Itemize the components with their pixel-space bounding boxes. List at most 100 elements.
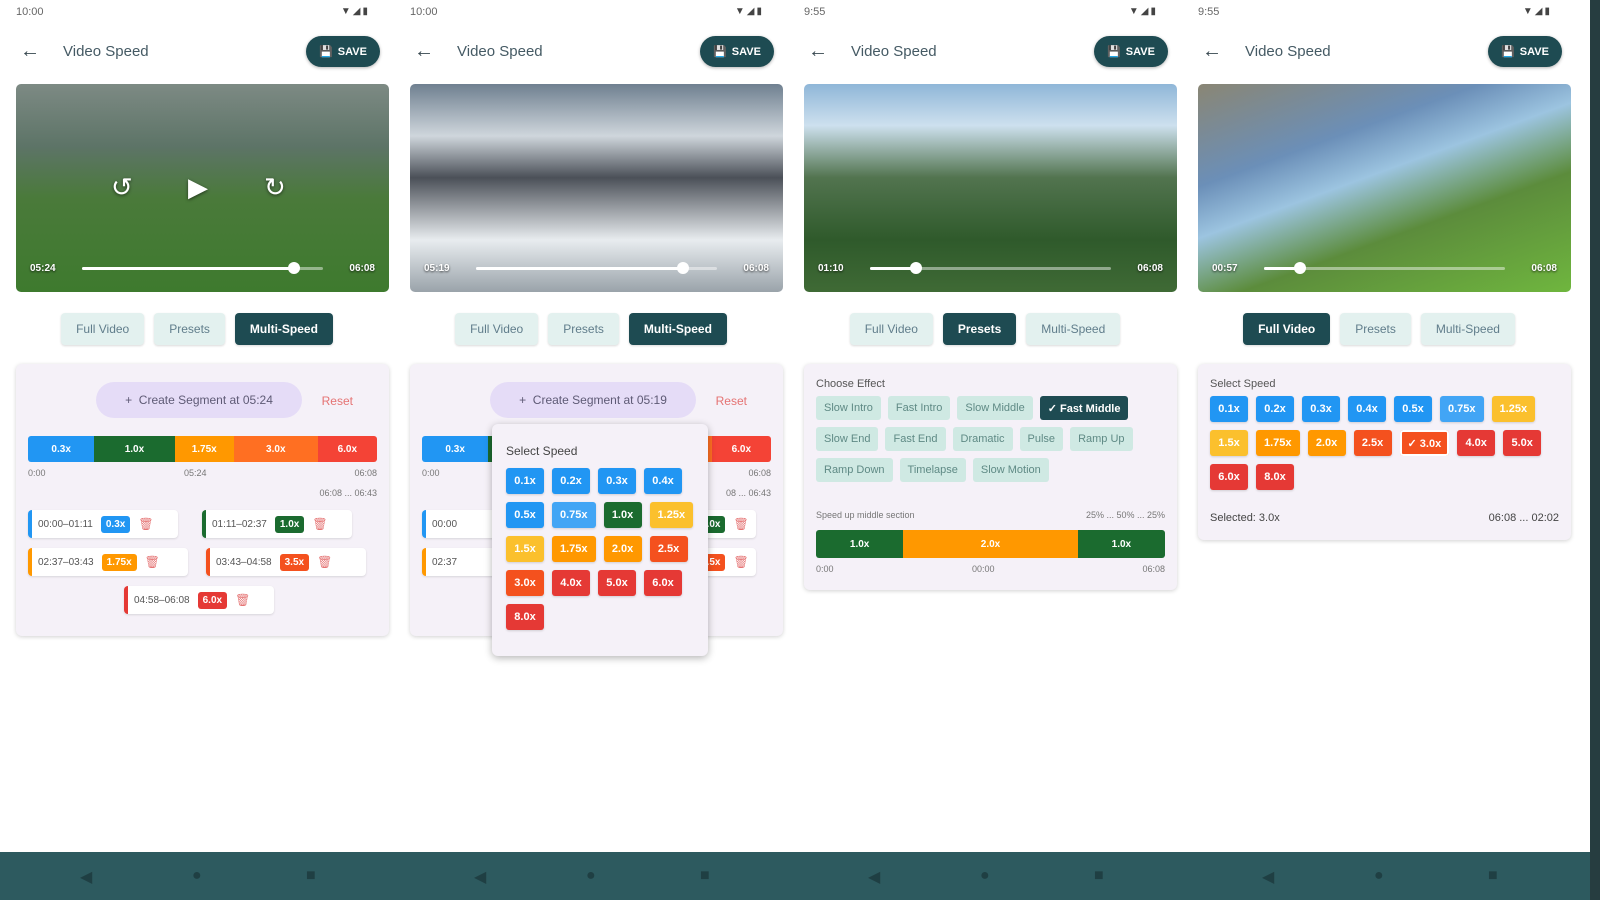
delete-icon[interactable]: 🗑 — [235, 593, 250, 607]
speed-chip[interactable]: 5.0x — [598, 570, 636, 596]
segment-row[interactable]: 04:58–06:08 6.0x 🗑 — [124, 586, 274, 614]
timeline-segment[interactable]: 1.0x — [1077, 530, 1165, 558]
speed-chip[interactable]: 3.0x — [506, 570, 544, 596]
speed-chip[interactable]: 0.3x — [598, 468, 636, 494]
effect-chip[interactable]: Fast End — [885, 427, 946, 451]
rewind-icon[interactable]: ↺ — [111, 172, 133, 203]
delete-icon[interactable]: 🗑 — [733, 517, 748, 531]
tab-multi-speed[interactable]: Multi-Speed — [234, 313, 333, 345]
seek-thumb[interactable] — [909, 262, 922, 274]
speed-chip[interactable]: 2.5x — [649, 536, 688, 562]
home-nav-icon[interactable]: ● — [586, 867, 596, 885]
speed-chip[interactable]: 2.0x — [1307, 430, 1346, 456]
speed-chip[interactable]: 4.0x — [552, 570, 590, 596]
recents-nav-icon[interactable]: ■ — [306, 867, 316, 885]
tab-multi-speed[interactable]: Multi-Speed — [628, 313, 727, 345]
speed-chip[interactable]: 8.0x — [1256, 464, 1294, 490]
speed-chip[interactable]: 1.75x — [552, 536, 596, 562]
speed-chip[interactable]: 5.0x — [1503, 430, 1542, 456]
segment-row[interactable]: 00:00–01:11 0.3x 🗑 — [28, 510, 178, 538]
speed-chip[interactable]: 0.2x — [552, 468, 590, 494]
reset-link[interactable]: Reset — [716, 394, 747, 408]
tab-presets[interactable]: Presets — [942, 313, 1017, 345]
effect-chip[interactable]: Slow End — [816, 427, 879, 451]
speed-chip[interactable]: 1.5x — [1210, 430, 1248, 456]
delete-icon[interactable]: 🗑 — [317, 555, 332, 569]
timeline-segment[interactable]: 1.75x — [174, 436, 234, 462]
back-arrow-icon[interactable]: ← — [414, 40, 434, 63]
back-arrow-icon[interactable]: ← — [808, 40, 828, 63]
seek-bar[interactable] — [82, 262, 323, 274]
home-nav-icon[interactable]: ● — [192, 867, 202, 885]
play-icon[interactable]: ▶ — [188, 172, 208, 203]
effect-chip[interactable]: Pulse — [1019, 427, 1064, 451]
reset-link[interactable]: Reset — [322, 394, 353, 408]
recents-nav-icon[interactable]: ■ — [1488, 867, 1498, 885]
effect-chip[interactable]: Ramp Up — [1070, 427, 1133, 451]
effect-chip[interactable]: Fast Intro — [887, 396, 951, 420]
save-button[interactable]: 💾 SAVE — [700, 36, 774, 67]
timeline-segment[interactable]: 1.0x — [94, 436, 175, 462]
effect-chip[interactable]: Slow Middle — [957, 396, 1033, 420]
speed-chip[interactable]: 6.0x — [644, 570, 682, 596]
back-nav-icon[interactable]: ◀ — [80, 867, 92, 887]
recents-nav-icon[interactable]: ■ — [700, 867, 710, 885]
timeline-segment[interactable]: 6.0x — [317, 436, 377, 462]
speed-chip[interactable]: 0.75x — [1440, 396, 1484, 422]
speed-chip[interactable]: 0.4x — [1348, 396, 1386, 422]
speed-chip[interactable]: 2.0x — [603, 536, 642, 562]
delete-icon[interactable]: 🗑 — [138, 517, 153, 531]
timeline-segment[interactable]: 2.0x — [903, 530, 1078, 558]
speed-chip[interactable]: 0.1x — [1210, 396, 1248, 422]
timeline-segment[interactable]: 0.3x — [422, 436, 489, 462]
tab-presets[interactable]: Presets — [154, 313, 225, 345]
recents-nav-icon[interactable]: ■ — [1094, 867, 1104, 885]
speed-chip[interactable]: 1.25x — [649, 502, 694, 528]
forward-icon[interactable]: ↻ — [264, 172, 286, 203]
back-nav-icon[interactable]: ◀ — [474, 867, 486, 887]
tab-multi-speed[interactable]: Multi-Speed — [1026, 313, 1121, 345]
speed-chip[interactable]: 1.0x — [603, 502, 642, 528]
timeline-segment[interactable]: 6.0x — [711, 436, 771, 462]
speed-chip[interactable]: 1.5x — [506, 536, 544, 562]
effect-chip[interactable]: Dramatic — [952, 427, 1013, 451]
back-nav-icon[interactable]: ◀ — [868, 867, 880, 887]
video-player[interactable]: 05:19 06:08 — [410, 84, 783, 292]
seek-thumb[interactable] — [288, 262, 301, 274]
speed-chip[interactable]: 0.5x — [506, 502, 544, 528]
speed-chip[interactable]: 4.0x — [1457, 430, 1496, 456]
save-button[interactable]: 💾 SAVE — [1488, 36, 1562, 67]
tab-presets[interactable]: Presets — [548, 313, 619, 345]
tab-full-video[interactable]: Full Video — [61, 313, 145, 345]
speed-chip[interactable]: ✓ 3.0x — [1399, 430, 1450, 456]
speed-chip[interactable]: 1.25x — [1491, 396, 1536, 422]
back-arrow-icon[interactable]: ← — [1202, 40, 1222, 63]
back-nav-icon[interactable]: ◀ — [1262, 867, 1274, 887]
effect-chip[interactable]: ✓ Fast Middle — [1039, 396, 1129, 420]
speed-chip[interactable]: 0.4x — [644, 468, 682, 494]
back-arrow-icon[interactable]: ← — [20, 40, 40, 63]
segment-timeline[interactable]: 0.3x1.0x1.75x3.0x6.0x — [28, 436, 377, 462]
effect-chip[interactable]: Ramp Down — [816, 458, 893, 482]
segment-row[interactable]: 03:43–04:58 3.5x 🗑 — [206, 548, 366, 576]
timeline-segment[interactable]: 0.3x — [28, 436, 95, 462]
save-button[interactable]: 💾 SAVE — [1094, 36, 1168, 67]
effect-chip[interactable]: Slow Intro — [816, 396, 881, 420]
delete-icon[interactable]: 🗑 — [312, 517, 327, 531]
create-segment-button[interactable]: + Create Segment at 05:24 — [96, 382, 302, 418]
tab-presets[interactable]: Presets — [1340, 313, 1411, 345]
home-nav-icon[interactable]: ● — [1374, 867, 1384, 885]
seek-bar[interactable] — [476, 262, 717, 274]
tab-full-video[interactable]: Full Video — [455, 313, 539, 345]
delete-icon[interactable]: 🗑 — [145, 555, 160, 569]
tab-multi-speed[interactable]: Multi-Speed — [1420, 313, 1515, 345]
effect-chip[interactable]: Timelapse — [899, 458, 966, 482]
speed-chip[interactable]: 0.2x — [1256, 396, 1294, 422]
create-segment-button[interactable]: + Create Segment at 05:19 — [490, 382, 696, 418]
segment-row[interactable]: 02:37–03:43 1.75x 🗑 — [28, 548, 188, 576]
speed-chip[interactable]: 6.0x — [1210, 464, 1248, 490]
video-player[interactable]: ↺ ▶ ↻ 05:24 06:08 — [16, 84, 389, 292]
speed-chip[interactable]: 0.1x — [506, 468, 544, 494]
speed-chip[interactable]: 8.0x — [506, 604, 544, 630]
video-player[interactable]: 00:57 06:08 — [1198, 84, 1571, 292]
